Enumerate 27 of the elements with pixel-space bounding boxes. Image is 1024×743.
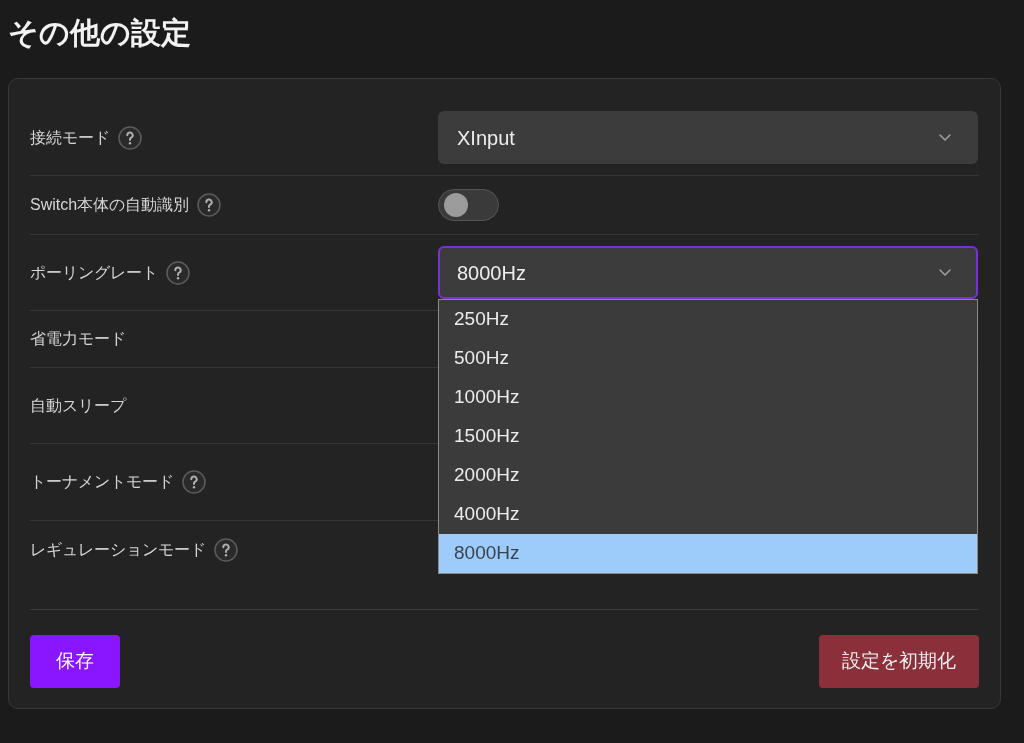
toggle-switch[interactable] xyxy=(438,189,499,221)
chevron-down-icon xyxy=(939,269,951,276)
dropdown-option[interactable]: 500Hz xyxy=(439,339,977,378)
help-icon[interactable] xyxy=(166,260,190,285)
dropdown-option[interactable]: 250Hz xyxy=(439,300,977,339)
page-title: その他の設定 xyxy=(8,15,191,51)
setting-label: Switch本体の自動識別 xyxy=(30,195,190,215)
help-icon[interactable] xyxy=(197,193,222,217)
save-button[interactable]: 保存 xyxy=(30,635,120,688)
setting-label: 省電力モード xyxy=(30,329,126,349)
chevron-down-icon xyxy=(939,134,951,141)
select-field[interactable]: 8000Hz xyxy=(438,246,978,299)
dropdown-option[interactable]: 2000Hz xyxy=(439,456,977,495)
setting-label: 接続モード xyxy=(30,127,110,148)
help-icon[interactable] xyxy=(214,538,238,562)
select-field[interactable]: XInput xyxy=(438,111,978,164)
dropdown-option[interactable]: 4000Hz xyxy=(439,495,977,534)
reset-button[interactable]: 設定を初期化 xyxy=(819,635,979,688)
setting-label: ポーリングレート xyxy=(30,262,158,283)
setting-label: レギュレーションモード xyxy=(30,540,206,560)
dropdown-option[interactable]: 1000Hz xyxy=(439,378,977,417)
setting-label: トーナメントモード xyxy=(30,472,174,492)
dropdown-option[interactable]: 8000Hz xyxy=(439,534,977,573)
help-icon[interactable] xyxy=(118,125,142,150)
help-icon[interactable] xyxy=(182,470,206,494)
dropdown-option[interactable]: 1500Hz xyxy=(439,417,977,456)
setting-label: 自動スリープ xyxy=(30,395,126,416)
